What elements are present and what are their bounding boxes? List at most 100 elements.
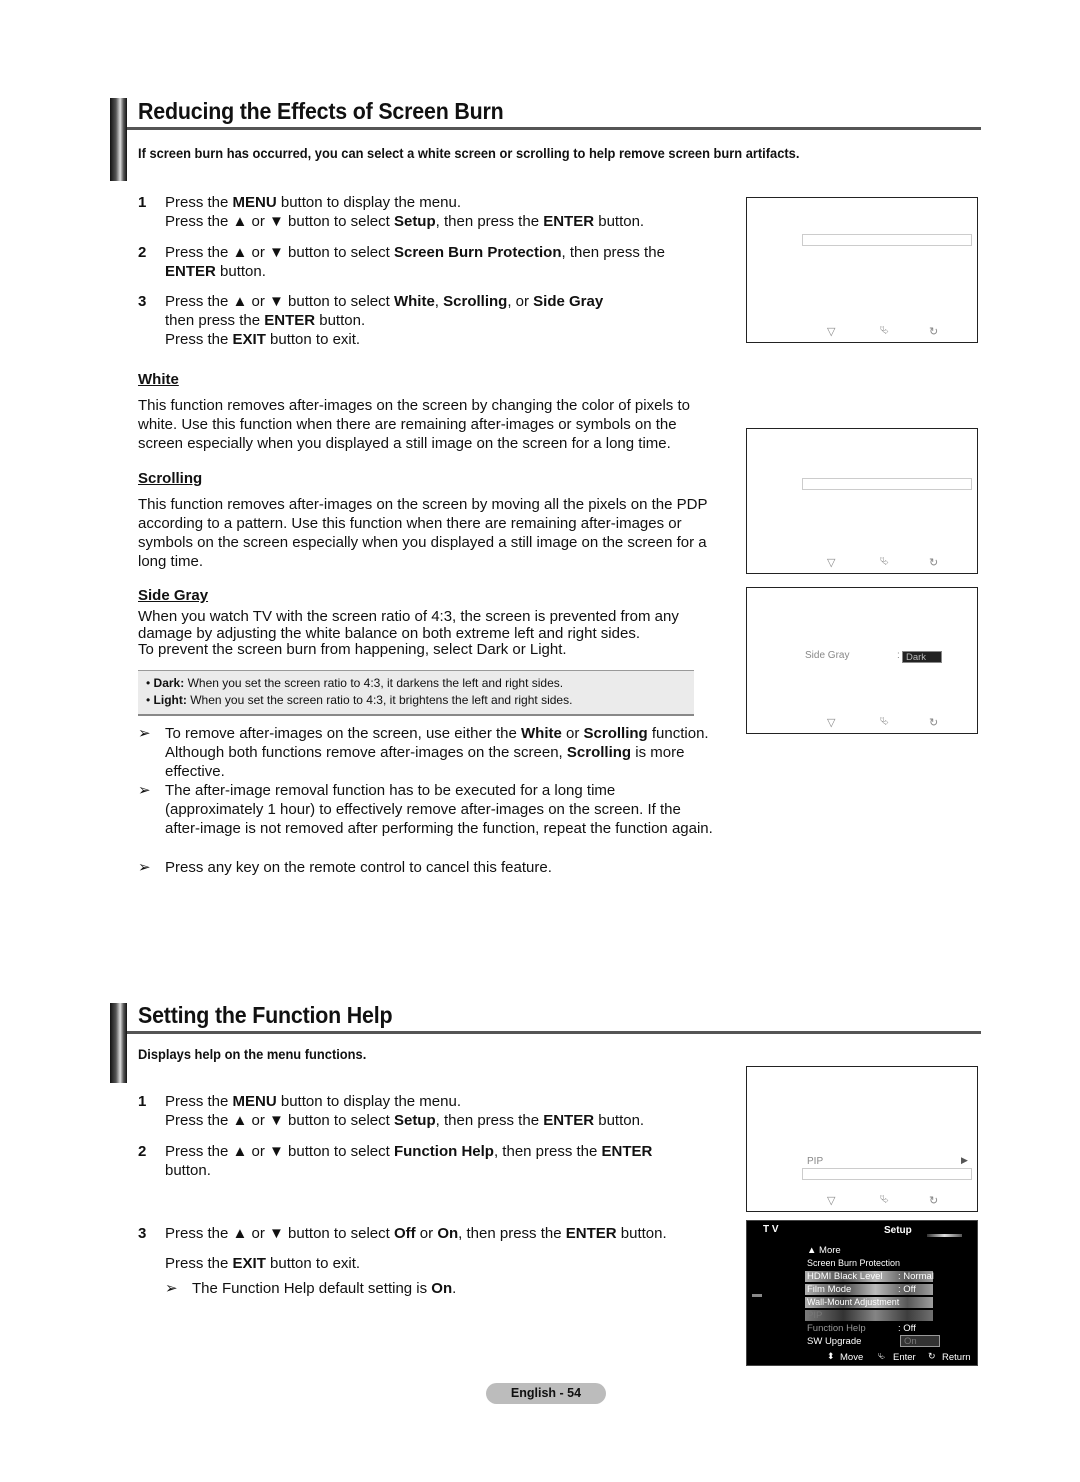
osd-highlight-bar — [802, 234, 972, 246]
tip-1: ➢ To remove after-images on the screen, … — [138, 724, 718, 781]
tip-arrow-icon: ➢ — [138, 782, 151, 799]
osd-item-value: : Off — [898, 1323, 916, 1334]
tip-arrow-icon: ➢ — [138, 725, 151, 742]
osd-more: ▲ More — [807, 1245, 841, 1256]
osd-nav-return: Return — [942, 1352, 971, 1363]
tip-2: ➢ The after-image removal function has t… — [138, 781, 713, 838]
step-text: Press the ▲ or ▼ button to select Screen… — [165, 244, 665, 280]
updown-icon: ⬍ — [827, 1351, 835, 1361]
osd-nav: ▽ ⮱ ↻ — [747, 1194, 977, 1208]
osd-nav: ▽ ⮱ ↻ — [747, 556, 977, 570]
enter-icon: ⮱ — [880, 1194, 889, 1206]
default-tip: ➢ The Function Help default setting is O… — [165, 1279, 725, 1298]
enter-icon: ⮱ — [880, 716, 889, 728]
step-number: 2 — [138, 1143, 147, 1160]
osd-highlight — [805, 1310, 933, 1321]
section-title-function-help: Setting the Function Help — [138, 1002, 393, 1028]
osd-item: PIP — [807, 1310, 823, 1321]
tip-text: Press any key on the remote control to c… — [165, 859, 552, 876]
note-box: • Dark: When you set the screen ratio to… — [138, 670, 694, 716]
osd-item: Screen Burn Protection — [807, 1258, 901, 1268]
enter-icon: ⮱ — [880, 556, 889, 568]
side-gray-heading: Side Gray — [138, 587, 209, 604]
tip-arrow-icon: ➢ — [165, 1280, 178, 1297]
section-bar — [110, 98, 127, 181]
osd-nav-move: Move — [840, 1352, 864, 1363]
down-icon: ▽ — [827, 717, 836, 729]
step-number: 2 — [138, 244, 147, 261]
step-text: Press the MENU button to display the men… — [165, 1093, 645, 1129]
step-3: 3 Press the ▲ or ▼ button to select Off … — [138, 1224, 708, 1243]
scrolling-heading: Scrolling — [138, 470, 203, 487]
step-1: 1 Press the MENU button to display the m… — [138, 1092, 698, 1130]
return-icon: ↻ — [928, 1351, 936, 1361]
section-intro: Displays help on the menu functions. — [138, 1046, 367, 1062]
return-icon: ↻ — [929, 717, 939, 729]
osd-function-help: PIP ▶ ▽ ⮱ ↻ — [746, 1066, 978, 1212]
osd-nav: ▽ ⮱ ↻ — [747, 325, 977, 339]
osd-item-value: On — [900, 1335, 940, 1347]
osd-side-gray-label: Side Gray — [805, 650, 850, 661]
down-icon: ▽ — [827, 557, 836, 569]
side-gray-text: When you watch TV with the screen ratio … — [138, 608, 679, 642]
section-title-screen-burn: Reducing the Effects of Screen Burn — [138, 98, 504, 124]
osd-nav: ▽ ⮱ ↻ — [747, 716, 977, 730]
osd-item: HDMI Black Level — [807, 1271, 883, 1282]
step-text: Press the ▲ or ▼ button to select Functi… — [165, 1143, 653, 1179]
section-rule — [127, 127, 981, 130]
osd-screen-burn-protection: ▽ ⮱ ↻ — [746, 428, 978, 574]
osd-highlight-bar — [802, 478, 972, 490]
return-icon: ↻ — [929, 557, 939, 569]
tip-arrow-icon: ➢ — [138, 859, 151, 876]
osd-highlight-bar — [802, 1168, 972, 1180]
step-text: Press the ▲ or ▼ button to select White,… — [165, 293, 604, 348]
osd-menu-title: Setup — [884, 1225, 912, 1236]
step-number: 1 — [138, 194, 147, 211]
osd-item: Wall-Mount Adjustment — [807, 1297, 900, 1307]
step-number: 1 — [138, 1093, 147, 1110]
section-bar — [110, 1003, 127, 1083]
osd-side-gray: Side Gray : Dark ▽ ⮱ ↻ — [746, 587, 978, 734]
enter-icon: ⮱ — [880, 325, 889, 337]
step-text: Press the ▲ or ▼ button to select Off or… — [165, 1225, 667, 1242]
osd-nav-enter: Enter — [893, 1352, 916, 1363]
step-1: 1 Press the MENU button to display the m… — [138, 193, 698, 231]
osd-setup-menu-dark: T V Setup ▲ More Screen Burn Protection … — [746, 1220, 978, 1366]
osd-screen-setup: ▽ ⮱ ↻ — [746, 197, 978, 343]
step-number: 3 — [138, 293, 147, 310]
osd-decor-streak — [752, 1294, 762, 1297]
step-3: 3 Press the ▲ or ▼ button to select Whit… — [138, 292, 698, 349]
white-heading: White — [138, 371, 179, 388]
osd-source: T V — [763, 1224, 779, 1235]
step-text: Press the MENU button to display the men… — [165, 194, 645, 230]
return-icon: ↻ — [929, 1195, 939, 1207]
osd-side-gray-value: Dark — [902, 651, 942, 663]
return-icon: ↻ — [929, 326, 939, 338]
osd-pip-item: PIP — [807, 1156, 824, 1167]
white-text: This function removes after-images on th… — [138, 397, 690, 452]
osd-item: Film Mode — [807, 1284, 852, 1295]
osd-item-value: : Off — [898, 1284, 916, 1295]
page-number-badge: English - 54 — [486, 1383, 606, 1404]
osd-colon: : — [897, 650, 900, 661]
scrolling-text: This function removes after-images on th… — [138, 496, 708, 570]
tip-text: The after-image removal function has to … — [165, 782, 713, 837]
osd-item-value: : Normal — [898, 1271, 934, 1282]
note-light: • Light: When you set the screen ratio t… — [146, 693, 573, 707]
note-dark: • Dark: When you set the screen ratio to… — [146, 676, 564, 690]
side-gray-text-2: To prevent the screen burn from happenin… — [138, 641, 567, 658]
step-number: 3 — [138, 1225, 147, 1242]
exit-text: Press the EXIT button to exit. — [165, 1255, 361, 1272]
down-icon: ▽ — [827, 326, 836, 338]
tip-3: ➢ Press any key on the remote control to… — [138, 858, 718, 877]
osd-item: SW Upgrade — [807, 1336, 862, 1347]
osd-decor-streak — [927, 1234, 962, 1237]
osd-item: Function Help — [807, 1323, 866, 1334]
right-arrow-icon: ▶ — [961, 1155, 968, 1165]
section-intro: If screen burn has occurred, you can sel… — [138, 145, 800, 161]
step-2: 2 Press the ▲ or ▼ button to select Scre… — [138, 243, 686, 281]
tip-text: To remove after-images on the screen, us… — [165, 725, 709, 780]
enter-icon: ⮱ — [878, 1351, 886, 1361]
down-icon: ▽ — [827, 1195, 836, 1207]
section-rule — [127, 1031, 981, 1034]
